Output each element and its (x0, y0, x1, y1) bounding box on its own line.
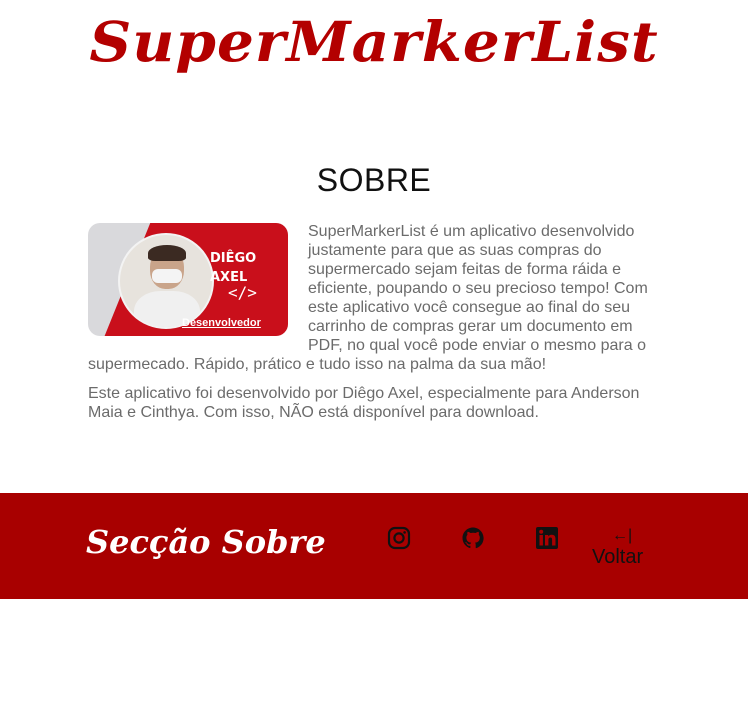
back-arrow-icon: ←| (612, 527, 633, 544)
github-icon[interactable] (461, 526, 485, 550)
code-icon: </> (228, 283, 257, 302)
back-label: Voltar (592, 546, 644, 568)
about-paragraph-2: Este aplicativo foi desenvolvido por Diê… (88, 385, 640, 421)
card-role-label: Desenvolvedor (182, 317, 261, 329)
back-link[interactable]: ←| Voltar (592, 527, 643, 569)
about-content: DIÊGO AXEL </> Desenvolvedor SuperMarker… (88, 222, 648, 432)
footer-title: Secção Sobre (86, 523, 326, 561)
card-developer-name: DIÊGO AXEL (210, 251, 257, 285)
instagram-icon[interactable] (387, 526, 411, 550)
page-title: SOBRE (316, 162, 432, 198)
developer-card-image: DIÊGO AXEL </> Desenvolvedor (88, 223, 288, 336)
linkedin-icon[interactable] (535, 526, 559, 550)
footer: Secção Sobre ←| Voltar (0, 493, 748, 599)
app-logo-title: SuperMarkerList (89, 9, 659, 75)
